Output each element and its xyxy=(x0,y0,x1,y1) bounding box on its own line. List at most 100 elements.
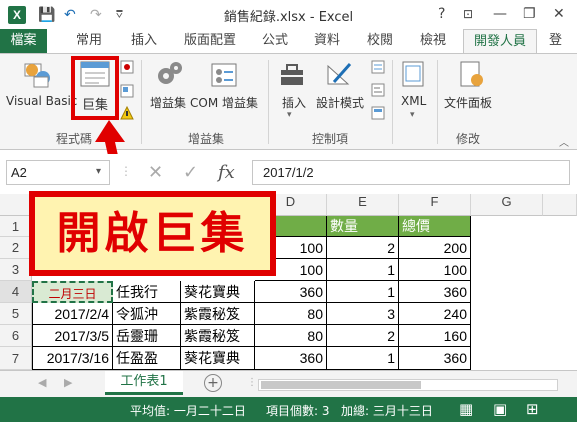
chevron-down-icon[interactable]: ▾ xyxy=(96,166,101,177)
table-cell[interactable]: 2 xyxy=(327,237,399,259)
table-cell[interactable]: 360 xyxy=(255,281,327,303)
view-code-icon[interactable] xyxy=(371,83,385,97)
table-cell[interactable]: 紫霞秘笈 xyxy=(181,325,255,347)
group-code-label: 程式碼 xyxy=(56,132,93,146)
run-dialog-icon[interactable] xyxy=(371,106,385,120)
table-cell[interactable]: 3 xyxy=(327,303,399,325)
status-bar: 平均值: 一月二十二日 項目個數: 3 加總: 三月十三日 ▦ ▣ ⊞ xyxy=(0,397,577,422)
column-header-g[interactable]: G xyxy=(471,194,543,216)
tab-file[interactable]: 檔案 xyxy=(0,29,47,53)
minimize-button[interactable]: — xyxy=(493,4,507,24)
tab-view[interactable]: 檢視 xyxy=(420,29,446,53)
horizontal-scrollbar[interactable] xyxy=(258,379,558,391)
tab-page-layout[interactable]: 版面配置 xyxy=(184,29,236,53)
table-cell[interactable]: 紫霞秘笈 xyxy=(181,303,255,325)
table-cell[interactable]: 葵花寶典 xyxy=(181,281,255,303)
properties-icon[interactable] xyxy=(371,60,385,74)
tab-data[interactable]: 資料 xyxy=(314,29,340,53)
row-header[interactable]: 3 xyxy=(0,259,32,281)
document-panel-icon xyxy=(457,60,485,88)
status-average: 平均值: 一月二十二日 xyxy=(130,404,246,418)
tab-insert[interactable]: 插入 xyxy=(131,29,157,53)
row-header[interactable]: 5 xyxy=(0,303,32,325)
insert-control-button[interactable]: 插入 xyxy=(282,94,306,111)
normal-view-icon[interactable]: ▦ xyxy=(459,400,473,418)
design-mode-icon xyxy=(324,60,354,88)
macros-highlight-box xyxy=(71,56,119,120)
table-header-cell[interactable]: 總價 xyxy=(399,216,471,237)
tab-review[interactable]: 校閱 xyxy=(367,29,393,53)
help-button[interactable]: ? xyxy=(438,4,445,24)
table-cell[interactable]: 葵花寶典 xyxy=(181,347,255,370)
table-cell[interactable]: 任我行 xyxy=(113,281,181,303)
visual-basic-button[interactable]: Visual Basic xyxy=(6,94,77,108)
table-cell[interactable]: 80 xyxy=(255,303,327,325)
table-cell[interactable]: 160 xyxy=(399,325,471,347)
excel-window: X 💾 ↶ ↷ ⩢ 銷售紀錄.xlsx - Excel ? ⊡ — ❐ ✕ 檔案… xyxy=(0,0,577,422)
column-header-f[interactable]: F xyxy=(399,194,471,216)
table-cell[interactable]: 1 xyxy=(327,259,399,281)
table-cell[interactable]: 360 xyxy=(399,281,471,303)
table-cell[interactable]: 2 xyxy=(327,325,399,347)
group-separator xyxy=(268,60,269,144)
cancel-icon[interactable]: ✕ xyxy=(148,162,163,183)
table-cell[interactable]: 2017/2/4 xyxy=(32,303,113,325)
table-cell[interactable]: 任盈盈 xyxy=(113,347,181,370)
enter-icon[interactable]: ✓ xyxy=(183,162,198,183)
table-cell[interactable]: 100 xyxy=(399,259,471,281)
table-header-cell[interactable]: 數量 xyxy=(327,216,399,237)
relative-reference-icon[interactable] xyxy=(120,84,134,98)
formula-input[interactable]: 2017/1/2 xyxy=(252,160,570,185)
tab-developer[interactable]: 開發人員 xyxy=(463,29,537,53)
close-button[interactable]: ✕ xyxy=(553,4,565,24)
row-header[interactable]: 7 xyxy=(0,347,32,370)
tab-home[interactable]: 常用 xyxy=(76,29,102,53)
select-all-corner[interactable] xyxy=(0,194,32,216)
table-cell[interactable]: 令狐沖 xyxy=(113,303,181,325)
row-header[interactable]: 2 xyxy=(0,237,32,259)
page-layout-view-icon[interactable]: ▣ xyxy=(493,400,507,418)
add-sheet-button[interactable]: + xyxy=(204,374,222,392)
table-cell[interactable]: 1 xyxy=(327,281,399,303)
tab-formulas[interactable]: 公式 xyxy=(262,29,288,53)
status-sum: 加總: 三月十三日 xyxy=(341,404,433,418)
group-controls-label: 控制項 xyxy=(312,132,349,146)
collapse-ribbon-icon[interactable]: ︿ xyxy=(559,134,571,149)
group-separator xyxy=(437,60,438,144)
more-icon: ⋮ xyxy=(247,377,257,388)
column-header-e[interactable]: E xyxy=(327,194,399,216)
status-count: 項目個數: 3 xyxy=(266,404,330,418)
name-box[interactable]: A2 xyxy=(6,160,110,185)
addins-button[interactable]: 增益集 xyxy=(150,94,186,111)
table-cell[interactable]: 2017/3/5 xyxy=(32,325,113,347)
ribbon-tabs: 檔案 常用 插入 版面配置 公式 資料 校閱 檢視 開發人員 登 xyxy=(0,29,577,53)
design-mode-button[interactable]: 設計模式 xyxy=(316,94,364,111)
table-cell[interactable]: 2017/3/16 xyxy=(32,347,113,370)
table-cell[interactable]: 240 xyxy=(399,303,471,325)
page-break-view-icon[interactable]: ⊞ xyxy=(526,400,539,418)
scrollbar-thumb[interactable] xyxy=(261,381,421,389)
ribbon-display-icon[interactable]: ⊡ xyxy=(463,4,473,24)
com-addins-button[interactable]: COM 增益集 xyxy=(190,94,258,111)
document-panel-button[interactable]: 文件面板 xyxy=(444,94,492,111)
column-header[interactable] xyxy=(543,194,577,216)
sheet-tab-active[interactable]: 工作表1 xyxy=(105,371,183,395)
record-macro-icon[interactable] xyxy=(120,60,134,74)
scroll-right-icon[interactable]: ▶ xyxy=(64,376,72,389)
insert-function-icon[interactable]: fx xyxy=(218,162,235,183)
table-cell[interactable]: 1 xyxy=(327,347,399,370)
xml-button[interactable]: XML xyxy=(401,94,426,108)
table-cell-selected[interactable]: 二月三日 xyxy=(32,281,113,303)
group-separator xyxy=(392,60,393,144)
row-header[interactable]: 6 xyxy=(0,325,32,347)
restore-button[interactable]: ❐ xyxy=(523,4,536,24)
row-header[interactable]: 4 xyxy=(0,281,32,303)
table-cell[interactable]: 360 xyxy=(399,347,471,370)
row-header[interactable]: 1 xyxy=(0,216,32,237)
table-cell[interactable]: 200 xyxy=(399,237,471,259)
table-cell[interactable]: 360 xyxy=(255,347,327,370)
table-cell[interactable]: 岳靈珊 xyxy=(113,325,181,347)
tab-sign-in[interactable]: 登 xyxy=(549,29,562,53)
table-cell[interactable]: 80 xyxy=(255,325,327,347)
scroll-left-icon[interactable]: ◀ xyxy=(38,376,46,389)
